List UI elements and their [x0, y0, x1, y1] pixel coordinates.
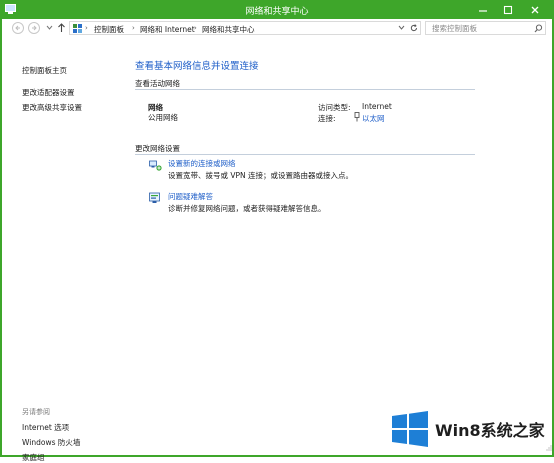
setup-new-connection-link[interactable]: 设置新的连接或网络 — [168, 158, 236, 169]
refresh-icon[interactable] — [410, 24, 418, 32]
troubleshoot-problems-description: 诊断并修复网络问题，或者获得疑难解答信息。 — [168, 204, 326, 213]
forward-button[interactable] — [28, 22, 40, 34]
breadcrumb-network-sharing-center[interactable]: 网络和共享中心 — [202, 24, 255, 35]
control-panel-icon — [73, 24, 82, 33]
search-icon[interactable] — [534, 24, 543, 33]
close-icon — [531, 6, 539, 14]
minimize-icon — [479, 10, 487, 12]
minimize-button[interactable] — [472, 1, 494, 19]
breadcrumb-separator-icon: › — [85, 24, 88, 32]
new-connection-icon — [149, 160, 162, 171]
maximize-icon — [503, 5, 513, 15]
see-also-windows-firewall[interactable]: Windows 防火墙 — [22, 437, 80, 448]
sidebar-item-control-panel-home[interactable]: 控制面板主页 — [22, 65, 67, 76]
troubleshoot-problems-link[interactable]: 问题疑难解答 — [168, 191, 213, 202]
section-divider — [135, 89, 475, 90]
address-bar[interactable]: › 控制面板 › 网络和 Internet › 网络和共享中心 — [69, 21, 421, 35]
navigation-bar: › 控制面板 › 网络和 Internet › 网络和共享中心 搜索控制面板 — [2, 19, 552, 37]
network-profile-type[interactable]: 公用网络 — [148, 112, 178, 123]
connections-label: 连接: — [318, 114, 336, 123]
client-area: › 控制面板 › 网络和 Internet › 网络和共享中心 搜索控制面板 控… — [2, 19, 552, 462]
change-network-settings-heading: 更改网络设置 — [135, 144, 180, 153]
breadcrumb-separator-icon: › — [132, 24, 135, 32]
window-frame: 网络和共享中心 › 控制面板 › 网络和 Internet › 网络和共享中心 … — [0, 0, 554, 462]
watermark: Win8系统之家 — [391, 404, 551, 454]
window-title: 网络和共享中心 — [245, 7, 309, 17]
close-button[interactable] — [524, 1, 546, 19]
sidebar-item-change-adapter-settings[interactable]: 更改适配器设置 — [22, 87, 75, 98]
access-type-value: Internet — [362, 102, 392, 111]
back-arrow-icon — [15, 25, 20, 31]
up-arrow-icon[interactable] — [57, 23, 66, 33]
back-button[interactable] — [12, 22, 24, 34]
breadcrumb-separator-icon: › — [194, 24, 197, 32]
setup-new-connection-description: 设置宽带、拨号或 VPN 连接；或设置路由器或接入点。 — [168, 171, 354, 180]
address-dropdown-chevron-icon[interactable] — [398, 25, 405, 31]
breadcrumb-control-panel[interactable]: 控制面板 — [94, 24, 124, 35]
watermark-text: Win8系统之家 — [435, 421, 545, 440]
page-title: 查看基本网络信息并设置连接 — [135, 61, 259, 72]
search-input[interactable]: 搜索控制面板 — [432, 23, 477, 34]
left-pane: 控制面板主页 更改适配器设置 更改高级共享设置 另请参阅 Internet 选项… — [2, 37, 128, 462]
search-box[interactable]: 搜索控制面板 — [425, 21, 546, 35]
sidebar-item-change-advanced-sharing[interactable]: 更改高级共享设置 — [22, 102, 82, 113]
maximize-button[interactable] — [497, 1, 519, 19]
forward-arrow-icon — [32, 25, 37, 31]
windows-logo-icon — [392, 411, 428, 447]
ethernet-connection-link[interactable]: 以太网 — [362, 113, 385, 124]
see-also-homegroup[interactable]: 家庭组 — [22, 452, 45, 463]
ethernet-icon — [354, 112, 360, 122]
access-type-label: 访问类型: — [318, 103, 351, 112]
breadcrumb-network-internet[interactable]: 网络和 Internet — [140, 24, 195, 35]
active-networks-heading: 查看活动网络 — [135, 79, 180, 88]
section-divider — [135, 154, 475, 155]
troubleshoot-icon — [149, 192, 160, 203]
recent-pages-chevron-down-icon[interactable] — [46, 25, 53, 31]
see-also-internet-options[interactable]: Internet 选项 — [22, 422, 69, 433]
title-bar[interactable]: 网络和共享中心 — [1, 1, 553, 19]
see-also-label: 另请参阅 — [22, 408, 50, 416]
